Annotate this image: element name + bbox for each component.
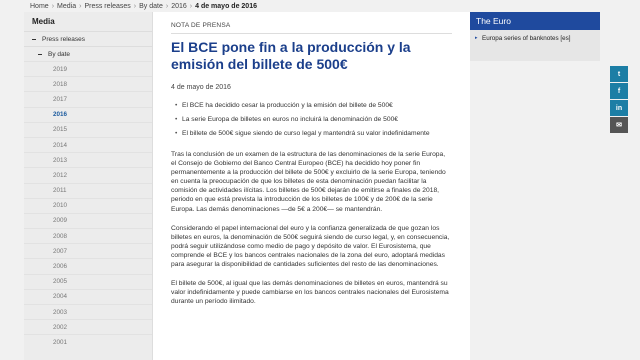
breadcrumb-separator: › <box>51 2 55 10</box>
article-paragraph: El billete de 500€, al igual que las dem… <box>171 280 449 306</box>
sidebar-year-2015[interactable]: 2015 <box>24 121 152 137</box>
bullet-item: El billete de 500€ sigue siendo de curso… <box>171 129 452 138</box>
sidebar-item-press-releases[interactable]: Press releases <box>24 31 152 46</box>
article-title: El BCE pone fin a la producción y la emi… <box>171 39 411 72</box>
sidebar-year-2010[interactable]: 2010 <box>24 197 152 213</box>
sidebar-year-2014[interactable]: 2014 <box>24 136 152 152</box>
right-aside: The Euro Europa series of banknotes [es] <box>470 12 610 360</box>
article-paragraph: Tras la conclusión de un examen de la es… <box>171 151 446 213</box>
sidebar-year-2008[interactable]: 2008 <box>24 228 152 243</box>
summary-bullets: El BCE ha decidido cesar la producción y… <box>171 101 452 138</box>
article-kicker: NOTA DE PRENSA <box>171 22 452 34</box>
sidebar-year-2013[interactable]: 2013 <box>24 152 152 167</box>
year-list: 2019 2018 2017 2016 2015 2014 2013 2012 2011 2010… <box>24 61 152 350</box>
sidebar-nav: Media Press releases By date 2019 2018 201… <box>24 12 153 360</box>
sidebar-year-2018[interactable]: 2018 <box>24 76 152 91</box>
dash-icon <box>38 53 42 55</box>
breadcrumb-separator: › <box>189 2 193 10</box>
dash-icon <box>32 38 36 40</box>
breadcrumb-separator: › <box>165 2 169 10</box>
sidebar-year-2005[interactable]: 2005 <box>24 273 152 289</box>
breadcrumb-year[interactable]: 2016 <box>171 3 187 10</box>
euro-box: The Euro Europa series of banknotes [es] <box>470 12 600 61</box>
article-date: 4 de mayo de 2016 <box>171 84 231 91</box>
euro-box-title: The Euro <box>470 12 600 30</box>
twitter-share-button[interactable]: t <box>610 66 628 82</box>
sidebar-year-2017[interactable]: 2017 <box>24 91 152 106</box>
sidebar-item-by-date[interactable]: By date <box>24 46 152 61</box>
sidebar-year-2002[interactable]: 2002 <box>24 319 152 334</box>
article-paragraph: Considerando el papel internacional del … <box>171 224 450 269</box>
sidebar-year-2001[interactable]: 2001 <box>24 334 152 349</box>
linkedin-share-button[interactable]: in <box>610 100 628 116</box>
sidebar-year-2007[interactable]: 2007 <box>24 243 152 258</box>
sidebar-year-2011[interactable]: 2011 <box>24 182 152 198</box>
breadcrumb-separator: › <box>79 2 82 10</box>
bullet-item: El BCE ha decidido cesar la producción y… <box>171 101 452 110</box>
sidebar-title[interactable]: Media <box>24 12 152 31</box>
sidebar-year-2009[interactable]: 2009 <box>24 212 152 228</box>
page-shell: Media Press releases By date 2019 2018 201… <box>24 12 610 360</box>
article-main: NOTA DE PRENSA El BCE pone fin a la prod… <box>153 12 470 360</box>
bullet-item: La serie Europa de billetes en euros no … <box>171 115 452 124</box>
breadcrumb-separator: › <box>133 2 137 10</box>
sidebar-year-2006[interactable]: 2006 <box>24 258 152 273</box>
email-share-button[interactable]: ✉ <box>610 117 628 133</box>
sidebar-year-2016[interactable]: 2016 <box>24 106 152 122</box>
facebook-share-button[interactable]: f <box>610 83 628 99</box>
breadcrumb-home[interactable]: Home <box>30 3 49 10</box>
euro-series-link[interactable]: Europa series of banknotes [es] <box>470 30 600 42</box>
breadcrumb-press-releases[interactable]: Press releases <box>84 3 130 10</box>
breadcrumb-by-date[interactable]: By date <box>139 3 163 10</box>
breadcrumb-media[interactable]: Media <box>57 3 76 10</box>
sidebar-item-label: By date <box>48 50 71 58</box>
sidebar-year-2003[interactable]: 2003 <box>24 304 152 319</box>
breadcrumb-current: 4 de mayo de 2016 <box>195 2 257 10</box>
sidebar-year-2019[interactable]: 2019 <box>24 61 152 76</box>
breadcrumb: Home › Media › Press releases › By date › 20… <box>0 0 640 12</box>
sidebar-item-label: Press releases <box>42 35 85 43</box>
sidebar-year-2004[interactable]: 2004 <box>24 288 152 304</box>
sidebar-year-2012[interactable]: 2012 <box>24 167 152 182</box>
